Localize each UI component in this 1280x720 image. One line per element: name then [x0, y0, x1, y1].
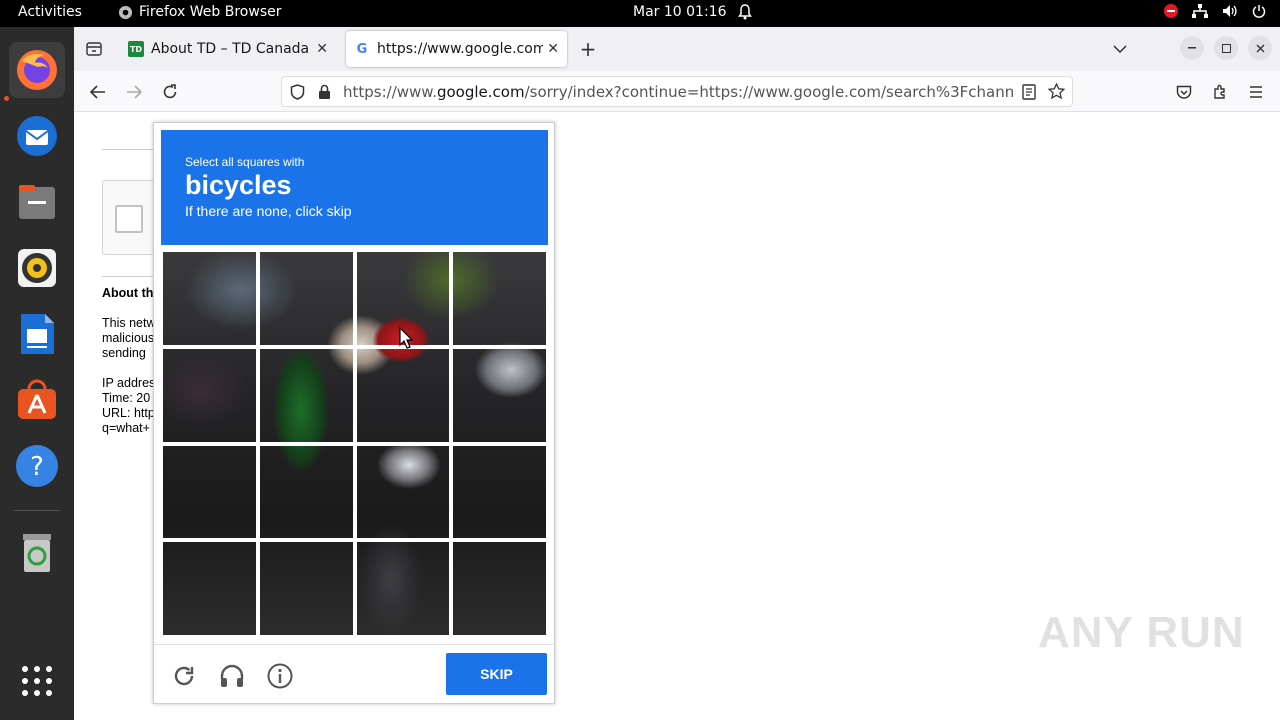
minimize-icon[interactable]	[1180, 36, 1204, 60]
td-favicon-icon: TD	[128, 41, 144, 57]
reload-icon[interactable]	[156, 79, 184, 105]
firefox-icon[interactable]	[9, 42, 65, 98]
app-name-label: Firefox Web Browser	[139, 4, 282, 20]
recaptcha-checkbox[interactable]	[115, 205, 143, 233]
thunderbird-icon[interactable]	[9, 108, 65, 164]
running-indicator	[4, 96, 9, 101]
trash-icon[interactable]	[9, 524, 65, 580]
captcha-tile[interactable]	[354, 443, 452, 541]
url-domain: google.com	[436, 83, 525, 101]
close-tab-icon[interactable]: ✕	[547, 41, 559, 57]
firefox-view-icon[interactable]	[80, 36, 108, 62]
system-tray[interactable]	[1164, 4, 1266, 18]
tab-title: https://www.google.com/sorry/index	[377, 41, 544, 57]
mouse-cursor-icon	[399, 327, 413, 349]
reload-challenge-icon[interactable]	[169, 661, 199, 691]
url-text[interactable]: https://www.google.com/sorry/index?conti…	[343, 83, 1013, 101]
close-window-icon[interactable]	[1248, 36, 1272, 60]
captcha-tile[interactable]	[161, 346, 258, 444]
skip-button[interactable]: SKIP	[446, 653, 547, 695]
url-path: /sorry/index?continue=https://www.google…	[524, 83, 1013, 101]
tab-google-sorry[interactable]: G https://www.google.com/sorry/index ✕	[346, 31, 567, 67]
captcha-tile[interactable]	[257, 250, 355, 347]
google-favicon-icon: G	[356, 41, 368, 57]
captcha-tile[interactable]	[257, 443, 355, 541]
rhythmbox-icon[interactable]	[9, 240, 65, 296]
captcha-tile[interactable]	[354, 346, 452, 444]
tab-title: About TD – TD Canada Trust	[151, 41, 312, 57]
files-icon[interactable]	[9, 174, 65, 230]
extensions-icon[interactable]	[1206, 79, 1234, 105]
maximize-icon[interactable]	[1214, 36, 1238, 60]
svg-text:?: ?	[30, 452, 44, 482]
captcha-tile[interactable]	[161, 250, 258, 347]
challenge-instruction: Select all squares with	[185, 155, 305, 169]
captcha-tile[interactable]	[451, 250, 548, 347]
activities-button[interactable]: Activities	[18, 4, 82, 20]
app-center-icon[interactable]	[9, 372, 65, 428]
close-tab-icon[interactable]: ✕	[316, 41, 328, 57]
network-icon[interactable]	[1192, 4, 1208, 18]
help-icon[interactable]: ?	[9, 438, 65, 494]
show-apps-icon[interactable]	[9, 653, 65, 709]
firefox-small-icon	[118, 5, 133, 19]
captcha-tile[interactable]	[257, 346, 355, 444]
clock[interactable]: Mar 10 01:16	[633, 4, 726, 20]
gnome-top-bar: Activities Firefox Web Browser Mar 10 01…	[0, 0, 1280, 27]
volume-icon[interactable]	[1222, 4, 1238, 18]
captcha-tile[interactable]	[257, 540, 355, 637]
recaptcha-challenge-dialog: Select all squares with bicycles If ther…	[153, 122, 555, 704]
hamburger-menu-icon[interactable]	[1242, 79, 1270, 105]
challenge-hint: If there are none, click skip	[185, 203, 352, 219]
tab-strip: TD About TD – TD Canada Trust ✕ G https:…	[74, 27, 1280, 71]
bookmark-star-icon[interactable]	[1048, 83, 1065, 100]
captcha-tile[interactable]	[451, 346, 548, 444]
forward-icon[interactable]	[120, 79, 148, 105]
notification-bell-icon[interactable]	[738, 4, 752, 24]
url-prefix: https://www.	[343, 83, 437, 101]
pocket-icon[interactable]	[1170, 79, 1198, 105]
tracking-protection-shield-icon[interactable]	[290, 84, 305, 100]
captcha-tile[interactable]	[354, 540, 452, 637]
audio-challenge-icon[interactable]	[217, 661, 247, 691]
power-icon[interactable]	[1252, 4, 1266, 18]
anyrun-watermark: ANY RUN	[1038, 608, 1245, 657]
captcha-tile[interactable]	[161, 443, 258, 541]
libreoffice-writer-icon[interactable]	[9, 306, 65, 362]
dock-separator	[14, 510, 60, 511]
lock-icon[interactable]	[318, 84, 331, 100]
challenge-header: Select all squares with bicycles If ther…	[161, 130, 548, 245]
tab-td-canada-trust[interactable]: TD About TD – TD Canada Trust ✕	[120, 31, 336, 67]
reader-view-icon[interactable]	[1022, 84, 1036, 100]
do-not-disturb-icon[interactable]	[1164, 4, 1178, 18]
navigation-toolbar: https://www.google.com/sorry/index?conti…	[74, 71, 1280, 112]
info-help-icon[interactable]	[265, 661, 295, 691]
new-tab-icon[interactable]: +	[574, 36, 602, 62]
challenge-image-grid	[161, 250, 548, 637]
list-all-tabs-icon[interactable]	[1106, 36, 1134, 62]
challenge-target: bicycles	[185, 170, 292, 200]
ubuntu-dock: ?	[0, 27, 74, 720]
captcha-tile[interactable]	[451, 540, 548, 637]
url-bar[interactable]: https://www.google.com/sorry/index?conti…	[281, 76, 1073, 107]
app-menu[interactable]: Firefox Web Browser	[118, 4, 282, 20]
back-icon[interactable]	[84, 79, 112, 105]
captcha-tile[interactable]	[451, 443, 548, 541]
captcha-tile[interactable]	[161, 540, 258, 637]
footer-divider	[154, 644, 554, 645]
